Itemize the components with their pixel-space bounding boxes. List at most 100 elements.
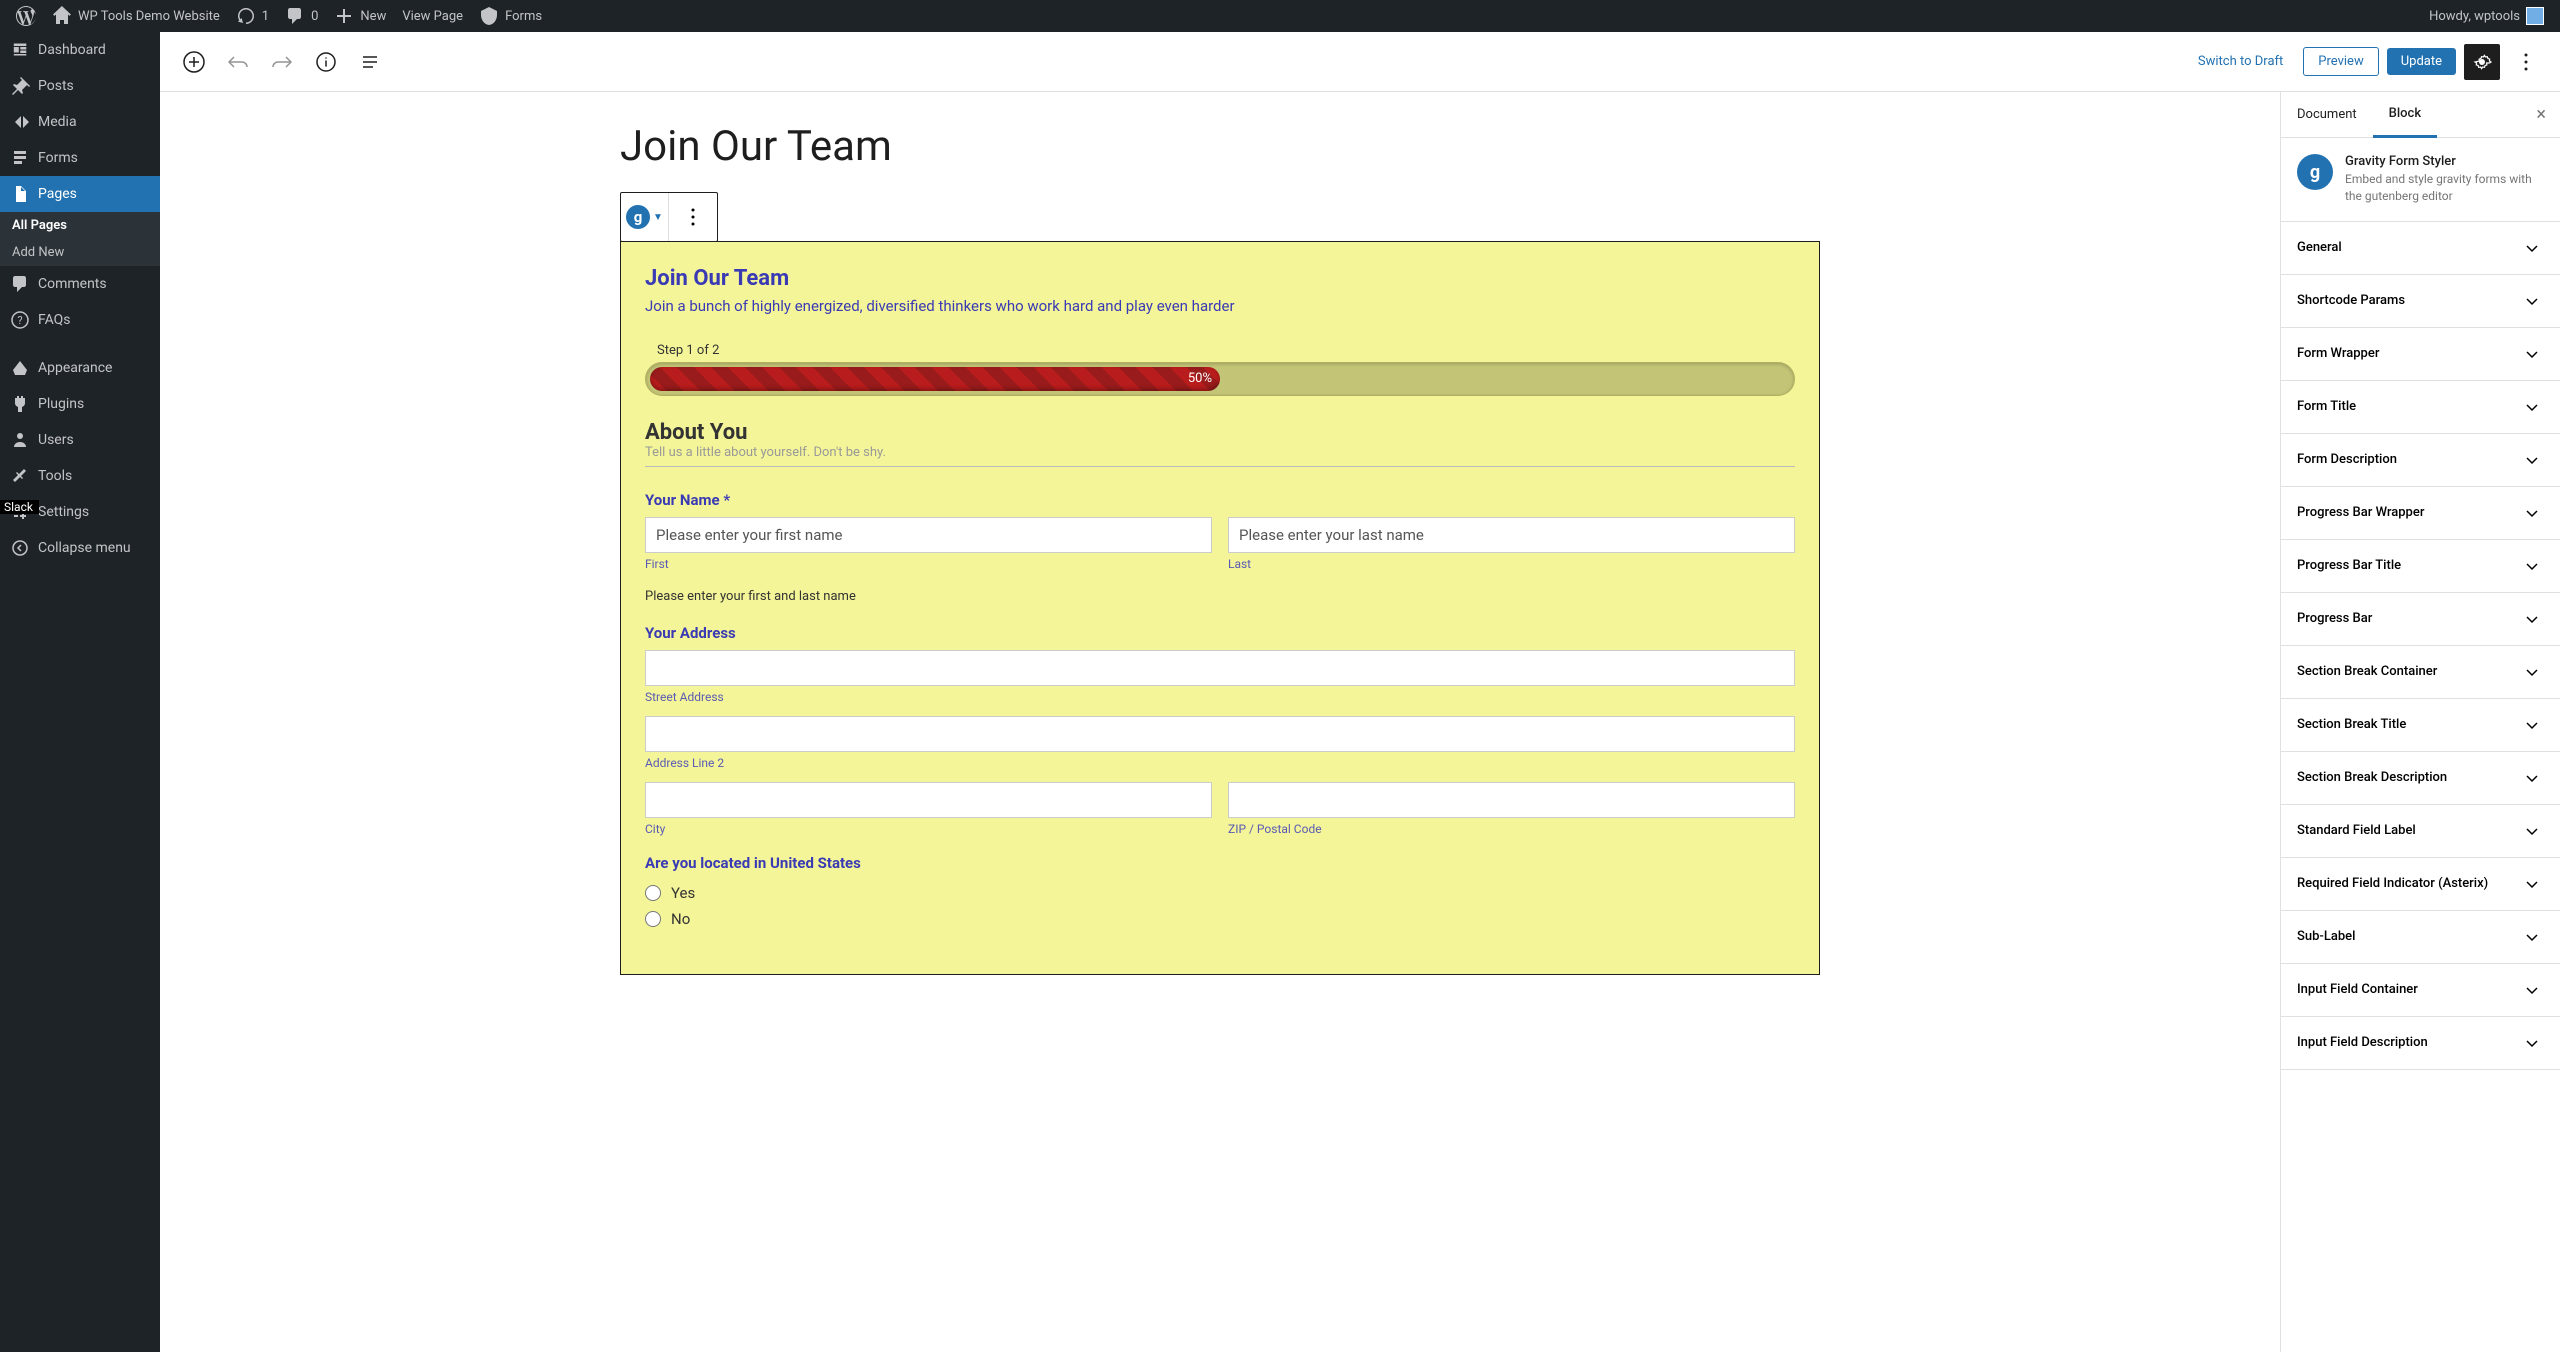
sidebar-item-tools[interactable]: Tools — [0, 458, 160, 494]
panel-header[interactable]: Sub-Label — [2281, 911, 2560, 963]
help-icon: ? — [10, 310, 30, 330]
preview-button[interactable]: Preview — [2303, 47, 2378, 76]
sidebar-item-users[interactable]: Users — [0, 422, 160, 458]
sidebar-item-faqs[interactable]: ?FAQs — [0, 302, 160, 338]
gravity-form-block[interactable]: Join Our Team Join a bunch of highly ene… — [620, 241, 1820, 975]
last-name-input[interactable] — [1228, 517, 1795, 553]
comments-count: 0 — [311, 9, 318, 24]
panel-header[interactable]: General — [2281, 222, 2560, 274]
panel-header[interactable]: Progress Bar Wrapper — [2281, 487, 2560, 539]
last-name-sublabel: Last — [1228, 557, 1795, 571]
panel-header[interactable]: Progress Bar — [2281, 593, 2560, 645]
sidebar-item-media[interactable]: Media — [0, 104, 160, 140]
panel-header[interactable]: Form Title — [2281, 381, 2560, 433]
panel-progress-bar: Progress Bar — [2281, 593, 2560, 646]
line2-sublabel: Address Line 2 — [645, 756, 1795, 770]
panel-header[interactable]: Shortcode Params — [2281, 275, 2560, 327]
tools-icon — [10, 466, 30, 486]
users-icon — [10, 430, 30, 450]
outline-button[interactable] — [352, 44, 388, 80]
panel-header[interactable]: Section Break Container — [2281, 646, 2560, 698]
city-input[interactable] — [645, 782, 1212, 818]
panel-header[interactable]: Section Break Description — [2281, 752, 2560, 804]
pages-submenu: All Pages Add New — [0, 212, 160, 266]
settings-toggle-button[interactable] — [2464, 44, 2500, 80]
panel-header[interactable]: Required Field Indicator (Asterix) — [2281, 858, 2560, 910]
first-name-input[interactable] — [645, 517, 1212, 553]
progress-bar-fill: 50% — [650, 367, 1220, 391]
street-input[interactable] — [645, 650, 1795, 686]
block-toolbar: g▼ — [620, 192, 718, 242]
comments-icon — [10, 274, 30, 294]
sidebar-item-posts[interactable]: Posts — [0, 68, 160, 104]
info-button[interactable] — [308, 44, 344, 80]
revisions-link[interactable]: 1 — [228, 0, 277, 32]
tab-block[interactable]: Block — [2373, 92, 2437, 138]
section-description: Tell us a little about yourself. Don't b… — [645, 445, 1795, 460]
submenu-add-new[interactable]: Add New — [0, 239, 160, 266]
panel-header[interactable]: Input Field Description — [2281, 1017, 2560, 1069]
address-field-label: Your Address — [645, 624, 1795, 642]
close-settings-button[interactable]: × — [2522, 104, 2560, 125]
wp-logo[interactable] — [8, 0, 44, 32]
sidebar-item-settings[interactable]: Settings Slack — [0, 494, 160, 530]
switch-draft-button[interactable]: Switch to Draft — [2186, 54, 2295, 69]
gravity-icon: g — [626, 205, 650, 229]
sidebar-item-appearance[interactable]: Appearance — [0, 350, 160, 386]
site-name-link[interactable]: WP Tools Demo Website — [44, 0, 228, 32]
new-content-link[interactable]: New — [326, 0, 394, 32]
panel-progress-bar-wrapper: Progress Bar Wrapper — [2281, 487, 2560, 540]
forms-link[interactable]: Forms — [471, 0, 550, 32]
address-line2-input[interactable] — [645, 716, 1795, 752]
view-page-link[interactable]: View Page — [394, 0, 471, 32]
block-card: g Gravity Form Styler Embed and style gr… — [2281, 138, 2560, 222]
panel-header[interactable]: Standard Field Label — [2281, 805, 2560, 857]
undo-button[interactable] — [220, 44, 256, 80]
city-sublabel: City — [645, 822, 1212, 836]
zip-input[interactable] — [1228, 782, 1795, 818]
sidebar-item-pages[interactable]: Pages — [0, 176, 160, 212]
us-located-label: Are you located in United States — [645, 854, 1795, 872]
settings-tabs: Document Block × — [2281, 92, 2560, 138]
block-more-button[interactable] — [669, 193, 717, 241]
panel-section-break-title: Section Break Title — [2281, 699, 2560, 752]
comments-link[interactable]: 0 — [277, 0, 326, 32]
more-menu-button[interactable] — [2508, 44, 2544, 80]
block-card-desc: Embed and style gravity forms with the g… — [2345, 171, 2544, 205]
my-account[interactable]: Howdy, wptools — [2421, 0, 2552, 32]
name-field-label: Your Name * — [645, 491, 1795, 509]
page-title[interactable]: Join Our Team — [620, 122, 1820, 171]
radio-yes[interactable]: Yes — [645, 880, 1795, 906]
sidebar-collapse[interactable]: Collapse menu — [0, 530, 160, 566]
chevron-down-icon — [2520, 395, 2544, 419]
panel-header[interactable]: Progress Bar Title — [2281, 540, 2560, 592]
panel-header[interactable]: Form Description — [2281, 434, 2560, 486]
submenu-all-pages[interactable]: All Pages — [0, 212, 160, 239]
panel-header[interactable]: Input Field Container — [2281, 964, 2560, 1016]
block-type-button[interactable]: g▼ — [621, 193, 669, 241]
panel-header[interactable]: Form Wrapper — [2281, 328, 2560, 380]
sidebar-item-comments[interactable]: Comments — [0, 266, 160, 302]
panel-required-field-indicator-asterix-: Required Field Indicator (Asterix) — [2281, 858, 2560, 911]
add-block-button[interactable] — [176, 44, 212, 80]
pages-icon — [10, 184, 30, 204]
editor-canvas[interactable]: Join Our Team g▼ Join Our Team Join a bu… — [160, 92, 2280, 1352]
panel-header[interactable]: Section Break Title — [2281, 699, 2560, 751]
panel-form-description: Form Description — [2281, 434, 2560, 487]
svg-text:?: ? — [17, 314, 22, 327]
update-button[interactable]: Update — [2387, 48, 2456, 75]
tab-document[interactable]: Document — [2281, 93, 2373, 136]
sidebar-item-forms[interactable]: Forms — [0, 140, 160, 176]
slack-overlay: Slack — [0, 500, 39, 514]
panel-standard-field-label: Standard Field Label — [2281, 805, 2560, 858]
redo-button[interactable] — [264, 44, 300, 80]
sidebar-item-dashboard[interactable]: Dashboard — [0, 32, 160, 68]
appearance-icon — [10, 358, 30, 378]
sidebar-item-plugins[interactable]: Plugins — [0, 386, 160, 422]
caret-down-icon: ▼ — [653, 212, 663, 223]
panel-section-break-container: Section Break Container — [2281, 646, 2560, 699]
block-card-title: Gravity Form Styler — [2345, 154, 2544, 169]
radio-no[interactable]: No — [645, 906, 1795, 932]
panel-sub-label: Sub-Label — [2281, 911, 2560, 964]
chevron-down-icon — [2520, 1031, 2544, 1055]
